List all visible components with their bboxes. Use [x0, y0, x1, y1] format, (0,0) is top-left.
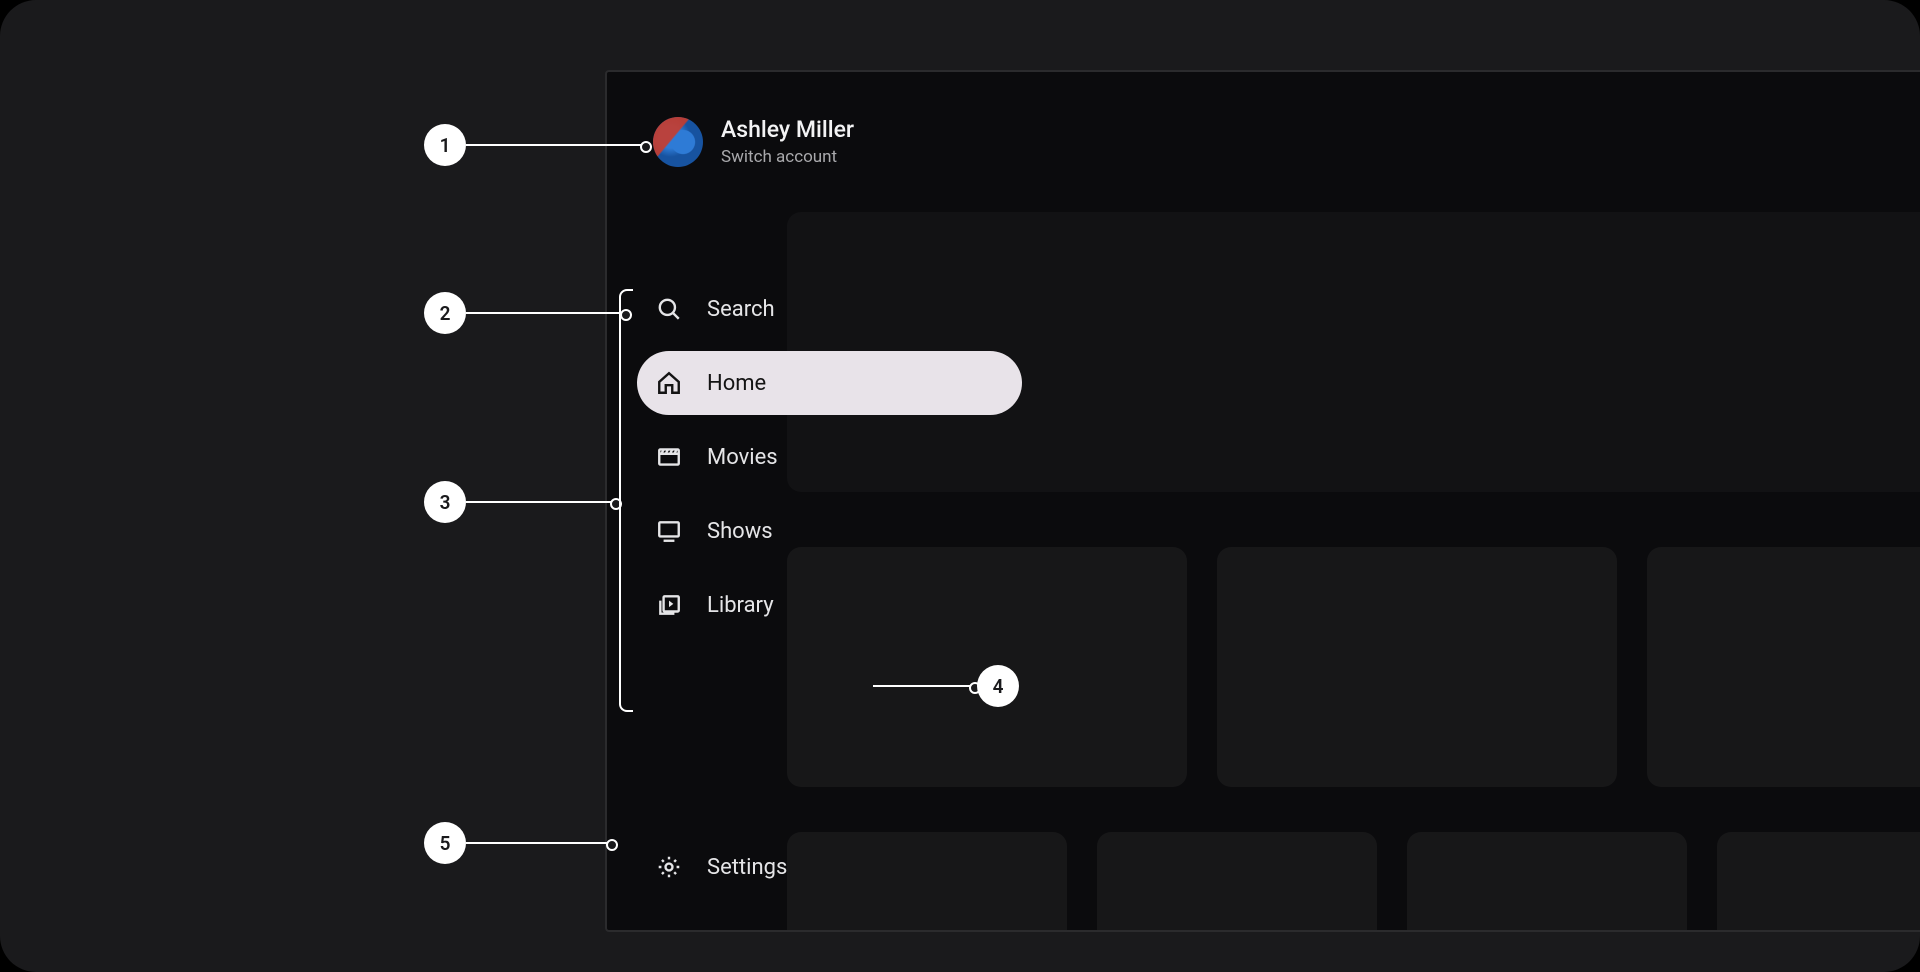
annotation-marker-4: 4: [977, 665, 1019, 707]
profile-name: Ashley Miller: [721, 116, 854, 143]
annotation-bracket: [619, 289, 633, 712]
gear-icon: [655, 853, 683, 881]
movie-icon: [655, 443, 683, 471]
annotation-leader-2: [466, 312, 628, 314]
tv-icon: [655, 517, 683, 545]
annotation-leader-1: [466, 144, 648, 146]
annotation-marker-2: 2: [424, 292, 466, 334]
library-icon: [655, 591, 683, 619]
nav-label: Library: [707, 593, 774, 618]
annotation-marker-1: 1: [424, 124, 466, 166]
content-card: [1717, 832, 1920, 932]
nav-item-shows[interactable]: Shows: [637, 499, 837, 563]
annotation-marker-3: 3: [424, 481, 466, 523]
nav-item-search[interactable]: Search: [637, 277, 837, 341]
annotation-leader-3: [466, 501, 618, 503]
tv-panel: Ashley Miller Switch account Search Home: [605, 70, 1920, 932]
nav-label: Settings: [707, 855, 787, 880]
nav-item-library[interactable]: Library: [637, 573, 837, 637]
switch-account-label: Switch account: [721, 147, 854, 167]
annotation-marker-5: 5: [424, 822, 466, 864]
nav-label: Home: [707, 371, 766, 396]
nav-label: Shows: [707, 519, 773, 544]
navigation-drawer: Search Home Movies Shows: [637, 277, 1022, 637]
avatar: [653, 117, 703, 167]
content-card: [1097, 832, 1377, 932]
profile-switcher[interactable]: Ashley Miller Switch account: [653, 116, 854, 167]
nav-item-settings[interactable]: Settings: [637, 835, 837, 899]
nav-label: Movies: [707, 445, 778, 470]
nav-item-home[interactable]: Home: [637, 351, 1022, 415]
annotation-leader-4: [873, 685, 977, 687]
home-icon: [655, 369, 683, 397]
search-icon: [655, 295, 683, 323]
annotation-leader-5: [466, 842, 614, 844]
content-card: [1407, 832, 1687, 932]
nav-label: Search: [707, 297, 775, 322]
documentation-frame: 1 2 3 4 5 As: [0, 0, 1920, 972]
content-card: [1217, 547, 1617, 787]
content-card: [1647, 547, 1920, 787]
card-row-2: [787, 832, 1920, 932]
nav-item-movies[interactable]: Movies: [637, 425, 837, 489]
